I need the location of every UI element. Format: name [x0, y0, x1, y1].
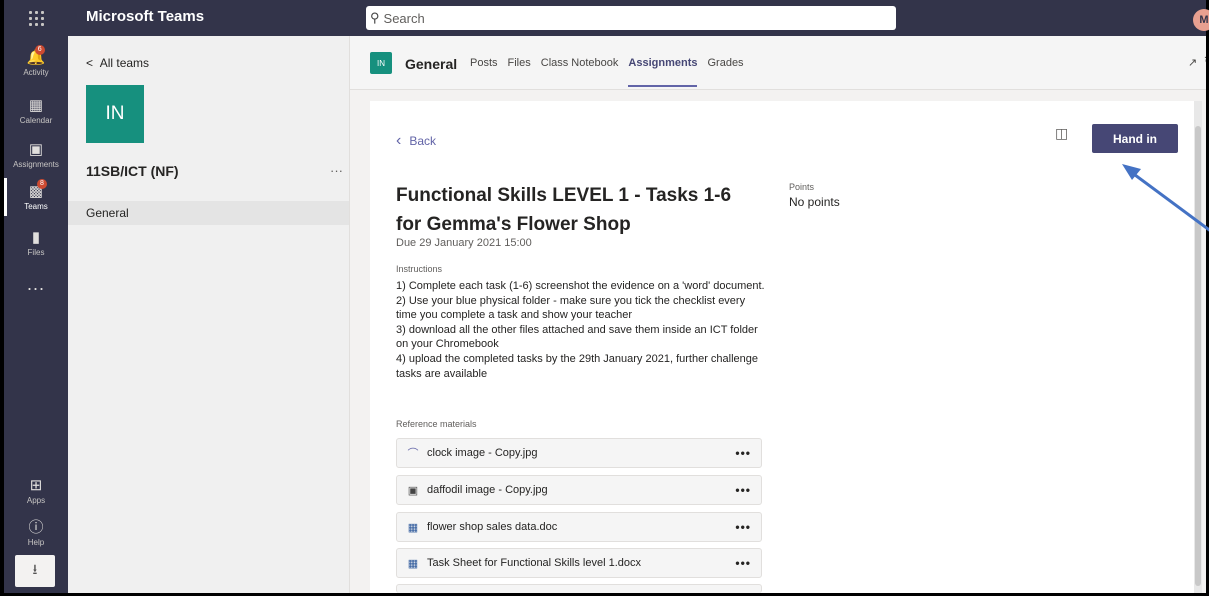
assignment-title: Functional Skills LEVEL 1 - Tasks 1-6 fo… [396, 185, 732, 235]
calendar-icon: ▦ [28, 96, 44, 114]
instruction-line: 3) download all the other files attached… [396, 323, 758, 351]
instruction-line: 2) Use your blue physical folder - make … [396, 294, 746, 322]
avatar[interactable]: M [1193, 9, 1209, 31]
help-icon: ⓘ [28, 518, 44, 536]
more-options-icon[interactable]: ••• [735, 556, 751, 570]
reference-name: Task Sheet for Functional Skills level 1… [427, 557, 641, 569]
hand-in-button[interactable]: Hand in [1092, 124, 1178, 153]
word-doc-icon: ▦ [407, 521, 419, 534]
back-button[interactable]: ‹ Back [396, 132, 436, 150]
instructions-label: Instructions [396, 264, 443, 274]
expand-icon[interactable]: ↗ [1188, 56, 1197, 69]
points-label: Points [789, 182, 815, 192]
loading-spinner-icon: ⌒ [407, 448, 419, 460]
instruction-line: 1) Complete each task (1-6) screenshot t… [396, 280, 765, 292]
reference-item-partial [396, 584, 762, 593]
rail-item-assignments[interactable]: ▣ Assignments [4, 132, 68, 178]
reference-item[interactable]: ⌒ clock image - Copy.jpg ••• [396, 438, 762, 468]
rail-label: Help [27, 537, 45, 547]
back-label: Back [409, 134, 437, 148]
reference-name: daffodil image - Copy.jpg [427, 484, 548, 496]
rail-label: Apps [26, 495, 46, 505]
due-date: Due 29 January 2021 15:00 [396, 237, 532, 249]
channel-item-general[interactable]: General [68, 201, 349, 225]
points-value: No points [789, 195, 840, 209]
tab-posts[interactable]: Posts [470, 57, 498, 69]
search-input[interactable]: ⚲ Search [366, 6, 896, 30]
rail-item-help[interactable]: ⓘ Help [4, 510, 68, 556]
activity-badge: 6 [34, 44, 45, 55]
team-panel: < All teams IN 11SB/ICT (NF) ··· General [68, 36, 350, 593]
team-more-options-icon[interactable]: ··· [330, 163, 343, 178]
rail-item-teams[interactable]: ▩ 8 Teams [4, 174, 68, 220]
rail-label: Assignments [13, 159, 59, 169]
immersive-reader-icon[interactable]: ◫ [1055, 125, 1068, 142]
scrollbar-thumb[interactable] [1195, 126, 1201, 586]
channel-title: General [405, 56, 458, 72]
rail-label: Teams [24, 201, 48, 211]
download-icon[interactable]: ⭳ [15, 555, 55, 587]
teams-badge: 8 [36, 178, 47, 189]
refresh-icon[interactable]: ↻ [1204, 54, 1206, 68]
channel-tabs: Posts Files Class Notebook Assignments G… [470, 57, 754, 87]
word-doc-icon: ▦ [407, 557, 419, 570]
instructions-text: 1) Complete each task (1-6) screenshot t… [396, 279, 766, 381]
rail-label: Files [27, 247, 45, 257]
more-options-icon[interactable]: ••• [735, 520, 751, 534]
team-avatar: IN [86, 85, 144, 143]
file-icon: ▮ [31, 228, 41, 246]
search-placeholder: Search [383, 10, 425, 26]
more-options-icon[interactable]: ••• [735, 483, 751, 497]
reference-materials-label: Reference materials [396, 419, 477, 429]
tab-assignments[interactable]: Assignments [628, 57, 698, 87]
reference-item[interactable]: ▣ daffodil image - Copy.jpg ••• [396, 475, 762, 505]
chevron-left-icon: < [86, 56, 94, 70]
channel-header: IN General Posts Files Class Notebook As… [350, 36, 1206, 90]
rail-label: Activity [23, 67, 49, 77]
rail-label: Calendar [19, 115, 53, 125]
tab-grades[interactable]: Grades [707, 57, 743, 69]
rail-item-activity[interactable]: 🔔 6 Activity [4, 40, 68, 86]
image-icon: ▣ [407, 484, 419, 497]
rail-item-apps[interactable]: ⊞ Apps [4, 468, 68, 514]
tab-class-notebook[interactable]: Class Notebook [541, 57, 619, 69]
instruction-line: 4) upload the completed tasks by the 29t… [396, 352, 759, 380]
bell-icon: 🔔 6 [26, 44, 46, 66]
app-rail: 🔔 6 Activity ▦ Calendar ▣ Assignments ▩ 8 … [4, 36, 68, 593]
reference-name: flower shop sales data.doc [427, 521, 558, 533]
scrollbar[interactable] [1194, 101, 1202, 593]
assignments-icon: ▣ [28, 140, 44, 158]
apps-icon: ⊞ [29, 476, 43, 494]
reference-item[interactable]: ▦ Task Sheet for Functional Skills level… [396, 548, 762, 578]
app-title: Microsoft Teams [86, 8, 205, 25]
rail-item-calendar[interactable]: ▦ Calendar [4, 88, 68, 134]
search-icon: ⚲ [370, 10, 380, 25]
all-teams-link[interactable]: < All teams [86, 56, 149, 70]
rail-item-files[interactable]: ▮ Files [4, 220, 68, 266]
tab-files[interactable]: Files [508, 57, 531, 69]
reference-item[interactable]: ▦ flower shop sales data.doc ••• [396, 512, 762, 542]
more-apps-icon[interactable]: ... [4, 274, 68, 295]
top-bar: Microsoft Teams ⚲ Search [4, 0, 1206, 36]
team-name: 11SB/ICT (NF) [86, 163, 179, 179]
channel-avatar: IN [370, 52, 392, 74]
teams-icon: ▩ 8 [29, 178, 47, 200]
more-options-icon[interactable]: ••• [735, 446, 751, 460]
all-teams-label: All teams [99, 56, 150, 70]
chevron-left-icon: ‹ [396, 132, 402, 149]
app-launcher-icon[interactable] [4, 0, 68, 36]
reference-name: clock image - Copy.jpg [427, 447, 538, 459]
